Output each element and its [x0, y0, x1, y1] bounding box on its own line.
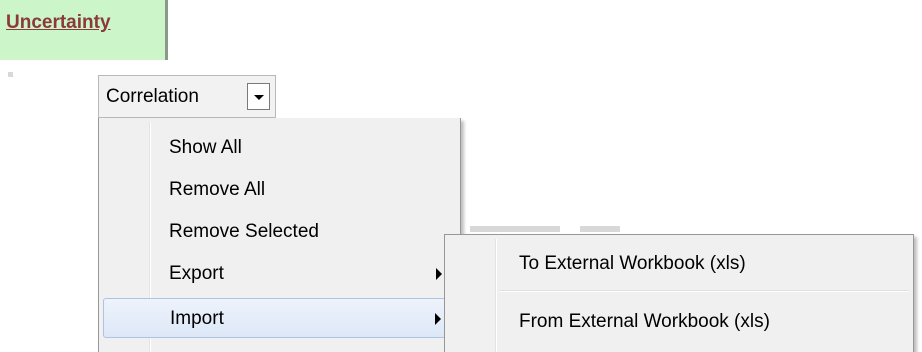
- submenu-item-label: From External Workbook (xls): [519, 311, 770, 332]
- background-fragment: [580, 226, 620, 232]
- submenu-item-label: To External Workbook (xls): [519, 253, 746, 274]
- background-speck: [8, 72, 13, 77]
- correlation-control[interactable]: Correlation: [98, 75, 276, 118]
- menu-item-show-all[interactable]: Show All: [103, 128, 456, 168]
- menu-item-label: Export: [169, 263, 224, 284]
- menu-item-import[interactable]: Import: [103, 298, 456, 338]
- correlation-context-menu: Show All Remove All Remove Selected Expo…: [98, 118, 461, 352]
- submenu-item-to-external-workbook[interactable]: To External Workbook (xls): [449, 243, 909, 285]
- correlation-dropdown-button[interactable]: [247, 83, 270, 110]
- submenu-separator: [499, 290, 909, 292]
- submenu-arrow-icon: [435, 313, 441, 325]
- submenu-item-from-external-workbook[interactable]: From External Workbook (xls): [449, 301, 909, 343]
- menu-item-label: Show All: [169, 137, 242, 158]
- submenu-arrow-icon: [436, 268, 442, 280]
- correlation-label: Correlation: [106, 86, 199, 107]
- menu-item-label: Remove Selected: [169, 221, 319, 242]
- menu-item-label: Import: [170, 308, 224, 329]
- menu-item-remove-selected[interactable]: Remove Selected: [103, 212, 456, 252]
- import-submenu: To External Workbook (xls) From External…: [444, 234, 914, 352]
- background-fragment: [470, 226, 560, 232]
- menu-item-remove-all[interactable]: Remove All: [103, 170, 456, 210]
- uncertainty-tab[interactable]: Uncertainty: [0, 0, 168, 60]
- menu-item-export[interactable]: Export: [103, 254, 456, 294]
- menu-item-label: Remove All: [169, 179, 266, 200]
- uncertainty-link[interactable]: Uncertainty: [6, 12, 111, 34]
